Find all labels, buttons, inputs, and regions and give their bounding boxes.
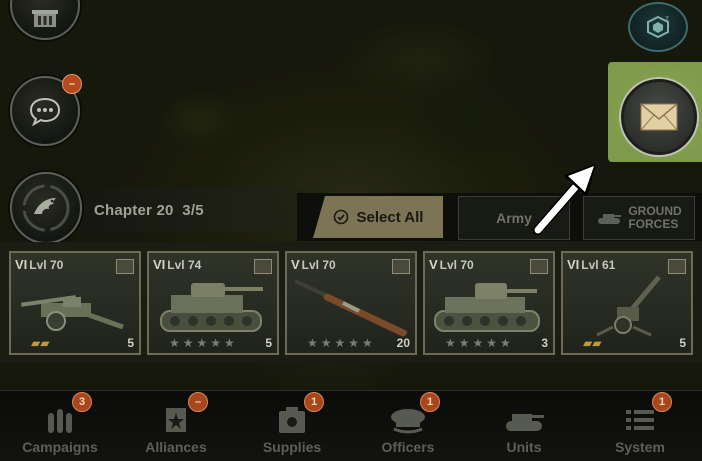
unit-rank: VI [15, 257, 28, 272]
unit-count: 5 [679, 336, 686, 350]
howitzer-icon [20, 295, 124, 331]
select-all-button[interactable]: Select All [313, 196, 443, 238]
nav-campaigns[interactable]: Campaigns 3 [2, 392, 118, 460]
chapter-progress: 3/5 [182, 201, 204, 219]
gold-rank-icon: ▰▰ [31, 336, 50, 350]
officer-cap-icon [391, 409, 425, 434]
unit-rank: VI [153, 257, 166, 272]
sleep-mode-button[interactable]: z [628, 2, 688, 52]
nav-officers[interactable]: Officers 1 [350, 392, 466, 460]
nav-system[interactable]: System 1 [582, 392, 698, 460]
unit-stars: ★★★★★ [307, 336, 376, 350]
chat-badge: – [62, 74, 82, 94]
tank-icon [160, 283, 263, 332]
unit-count: 5 [127, 336, 134, 350]
unit-card[interactable]: V Lvl 70 ★★★★★ 3 [423, 251, 555, 355]
unit-count: 20 [396, 336, 410, 350]
nav-label: Campaigns [22, 439, 98, 455]
alliance-flag-icon [166, 408, 186, 432]
unit-stars: ★★★★★ [169, 336, 238, 350]
nav-supplies[interactable]: Supplies 1 [234, 392, 350, 460]
nav-badge: 3 [72, 392, 92, 412]
nav-badge: 1 [304, 392, 324, 412]
unit-level: Lvl 70 [29, 258, 64, 272]
pointer-arrow-icon [533, 164, 596, 235]
unit-level: Lvl 70 [439, 258, 474, 272]
building-icon [32, 10, 58, 27]
nav-label: Supplies [262, 439, 322, 455]
unit-level: Lvl 74 [167, 258, 202, 272]
nav-badge: 1 [652, 392, 672, 412]
svg-text:z: z [665, 14, 669, 23]
unit-level: Lvl 70 [301, 258, 336, 272]
nav-label: Alliances [145, 439, 207, 455]
nav-units[interactable]: Units [466, 392, 582, 460]
nav-label: Officers [381, 439, 435, 455]
tank-small-icon [598, 214, 622, 224]
bullets-icon [48, 409, 72, 433]
hexagon-icon: z [647, 14, 669, 39]
unit-card[interactable]: VI Lvl 61 ▰▰ 5 [561, 251, 693, 355]
chapter-label: Chapter 20 [94, 201, 174, 219]
chat-icon [29, 97, 61, 126]
eagle-icon [22, 184, 70, 232]
unit-rank: V [429, 257, 438, 272]
unit-stars: ★★★★★ [445, 336, 514, 350]
nav-badge: – [188, 392, 208, 412]
envelope-icon [640, 103, 678, 131]
unit-count: 5 [265, 336, 272, 350]
check-circle-icon [333, 209, 348, 225]
list-icon [626, 410, 654, 430]
nav-alliances[interactable]: Alliances – [118, 392, 234, 460]
select-all-label: Select All [356, 208, 424, 226]
unit-rank: V [291, 257, 300, 272]
unit-card[interactable]: VI Lvl 74 ★★★★★ 5 [147, 251, 279, 355]
unit-count: 3 [541, 336, 548, 350]
tank-icon [434, 283, 540, 332]
gold-rank-icon: ▰▰ [583, 336, 602, 350]
ground-forces-line2: FORCES [628, 217, 679, 231]
supply-box-icon [279, 407, 305, 433]
nav-label: Units [506, 439, 542, 455]
chapter-bar[interactable]: Chapter 20 3/5 [60, 188, 320, 232]
unit-rank: VI [567, 257, 580, 272]
rifle-icon [294, 279, 408, 337]
army-label: Army [496, 210, 532, 226]
unit-card[interactable]: V Lvl 70 ★★★★★ 20 [285, 251, 417, 355]
mail-button[interactable] [621, 79, 697, 155]
unit-card[interactable]: VI Lvl 70 ▰▰ 5 [9, 251, 141, 355]
unit-level: Lvl 61 [581, 258, 616, 272]
campaign-eagle-button[interactable] [10, 172, 82, 244]
artillery-icon [596, 275, 661, 337]
nav-label: System [615, 439, 665, 455]
nav-badge: 1 [420, 392, 440, 412]
tank-icon [506, 414, 544, 431]
